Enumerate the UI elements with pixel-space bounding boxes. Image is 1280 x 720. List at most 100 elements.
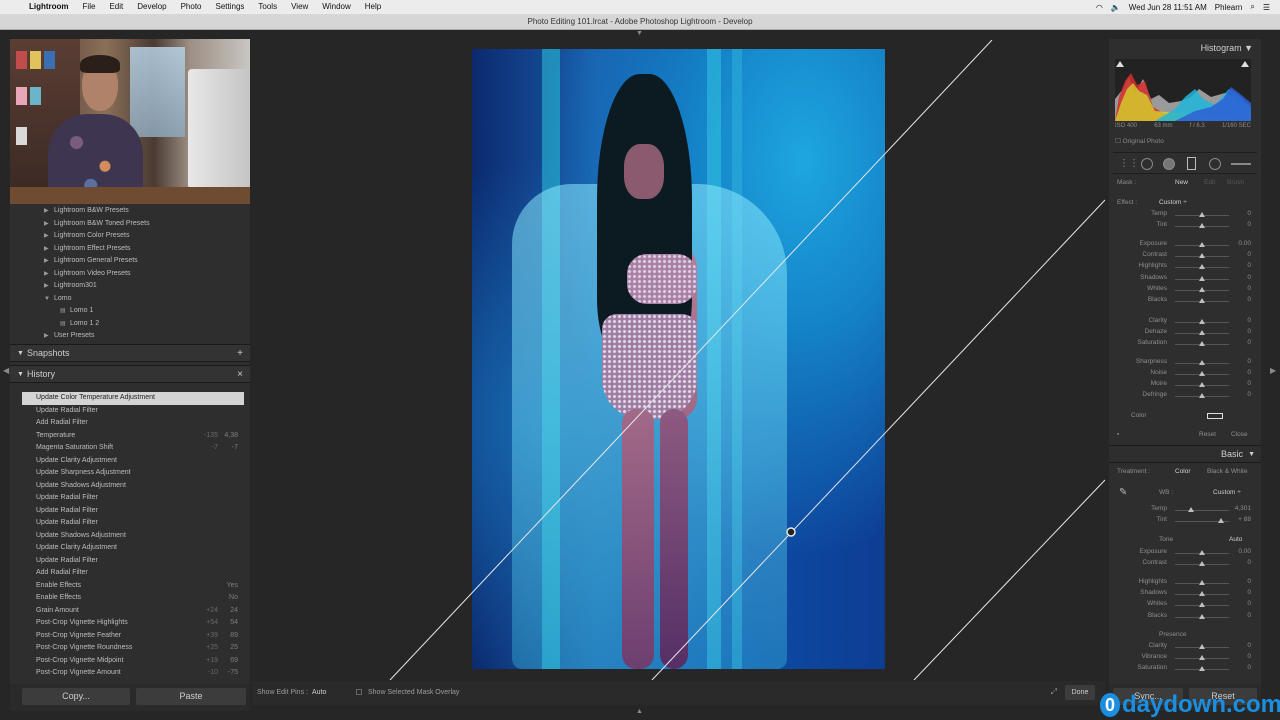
menu-list-icon[interactable]: ☰ [1259, 3, 1274, 12]
copy-button[interactable]: Copy... [22, 688, 130, 705]
filter-guide-center-line[interactable] [651, 199, 1105, 680]
history-item[interactable]: Post-Crop Vignette Amount -10 -75 [22, 667, 244, 680]
menu-window[interactable]: Window [315, 0, 357, 14]
history-item[interactable]: Magenta Saturation Shift -7 -7 [22, 442, 244, 455]
menu-settings[interactable]: Settings [209, 0, 252, 14]
preset-folder[interactable]: ▶ Lightroom General Presets [22, 255, 250, 268]
tone-slider-contrast[interactable]: Contrast 0 [1115, 559, 1255, 570]
slider-thumb[interactable] [1199, 580, 1205, 585]
mask-close-button[interactable]: Close [1231, 431, 1248, 438]
history-item[interactable]: Post-Crop Vignette Midpoint +19 69 [22, 655, 244, 668]
preset-folder[interactable]: ▤ Lomo 1 [22, 305, 250, 318]
slider-value[interactable]: 0 [1247, 210, 1251, 217]
slider-value[interactable]: 0 [1247, 664, 1251, 671]
slider-value[interactable]: 0.00 [1238, 548, 1251, 555]
snapshots-panel-header[interactable]: ▼ Snapshots + [10, 344, 250, 362]
disclosure-triangle-icon[interactable]: ▼ [44, 293, 50, 306]
original-photo-toggle[interactable]: ☐ Original Photo [1115, 137, 1164, 145]
adjustment-brush-icon[interactable] [1231, 163, 1251, 165]
slider-thumb[interactable] [1199, 591, 1205, 596]
wifi-icon[interactable]: ◠ [1092, 3, 1107, 12]
bottom-panel-toggle-icon[interactable]: ▲ [636, 708, 643, 715]
preset-folder[interactable]: ▶ Lightroom B&W Toned Presets [22, 218, 250, 231]
disclosure-triangle-icon[interactable]: ▶ [44, 243, 49, 256]
slider-value[interactable]: 0 [1247, 221, 1251, 228]
slider-thumb[interactable] [1199, 212, 1205, 217]
effect-slider-tint[interactable]: Tint 0 [1115, 221, 1255, 232]
disclosure-triangle-icon[interactable]: ▶ [44, 230, 49, 243]
slider-thumb[interactable] [1199, 253, 1205, 258]
history-item[interactable]: Enable Effects No [22, 592, 244, 605]
spot-removal-icon[interactable] [1141, 158, 1153, 170]
menu-edit[interactable]: Edit [102, 0, 130, 14]
tone-slider-highlights[interactable]: Highlights 0 [1115, 578, 1255, 589]
slider-thumb[interactable] [1199, 561, 1205, 566]
slider-value[interactable]: 0 [1247, 339, 1251, 346]
effect-slider-dehaze[interactable]: Dehaze 0 [1115, 328, 1255, 339]
user-name[interactable]: Phlearn [1211, 3, 1247, 12]
clear-history-button[interactable]: × [237, 366, 243, 383]
slider-thumb[interactable] [1199, 223, 1205, 228]
slider-value[interactable]: 0 [1247, 296, 1251, 303]
disclosure-triangle-icon[interactable]: ▶ [44, 218, 49, 231]
history-item[interactable]: Post-Crop Vignette Highlights +54 54 [22, 617, 244, 630]
basic-panel-header[interactable]: Basic ▼ [1109, 445, 1261, 463]
effect-slider-whites[interactable]: Whites 0 [1115, 285, 1255, 296]
slider-thumb[interactable] [1199, 242, 1205, 247]
menu-tools[interactable]: Tools [251, 0, 284, 14]
history-item[interactable]: Post-Crop Vignette Roundness +25 25 [22, 642, 244, 655]
preset-file-icon[interactable]: ▤ [60, 318, 66, 331]
crop-tool-icon[interactable]: ⋮⋮ [1119, 158, 1139, 169]
slider-value[interactable]: 0 [1247, 285, 1251, 292]
slider-value[interactable]: 4,301 [1235, 505, 1251, 512]
slider-value[interactable]: 0 [1247, 274, 1251, 281]
wb-select[interactable]: Custom ÷ [1213, 489, 1241, 496]
history-item[interactable]: Post-Crop Vignette Feather +39 89 [22, 630, 244, 643]
slider-value[interactable]: 0.00 [1238, 240, 1251, 247]
disclosure-triangle-icon[interactable]: ▶ [44, 205, 49, 218]
slider-thumb[interactable] [1199, 550, 1205, 555]
menu-help[interactable]: Help [358, 0, 388, 14]
menu-view[interactable]: View [284, 0, 315, 14]
filter-guide-line-3[interactable] [913, 479, 1105, 680]
slider-thumb[interactable] [1199, 319, 1205, 324]
history-item[interactable]: Add Radial Filter [22, 567, 244, 580]
image-view[interactable] [252, 40, 1105, 680]
slider-thumb[interactable] [1199, 264, 1205, 269]
slider-value[interactable]: 0 [1247, 358, 1251, 365]
disclosure-triangle-icon[interactable]: ▶ [44, 268, 49, 281]
preset-folder[interactable]: ▼ Lomo [22, 293, 250, 306]
app-menu[interactable]: Lightroom [22, 0, 76, 14]
menu-file[interactable]: File [76, 0, 103, 14]
preset-folder[interactable]: ▶ Lightroom Effect Presets [22, 243, 250, 256]
disclosure-triangle-icon[interactable]: ▶ [44, 280, 49, 293]
slider-value[interactable]: 0 [1247, 262, 1251, 269]
graduated-filter-guides[interactable] [252, 40, 1105, 680]
slider-value[interactable]: 0 [1247, 642, 1251, 649]
slider-value[interactable]: + 88 [1238, 516, 1251, 523]
slider-value[interactable]: 0 [1247, 653, 1251, 660]
tone-slider-whites[interactable]: Whites 0 [1115, 600, 1255, 611]
tone-auto-button[interactable]: Auto [1229, 536, 1242, 543]
top-panel-toggle-icon[interactable]: ▼ [636, 30, 643, 37]
presence-slider-clarity[interactable]: Clarity 0 [1115, 642, 1255, 653]
slider-thumb[interactable] [1199, 298, 1205, 303]
menu-photo[interactable]: Photo [174, 0, 209, 14]
slider-thumb[interactable] [1199, 371, 1205, 376]
add-snapshot-button[interactable]: + [237, 345, 243, 362]
mask-reset-button[interactable]: Reset [1199, 431, 1216, 438]
collapse-triangle-icon[interactable]: ▼ [1248, 446, 1255, 463]
preset-folder[interactable]: ▶ Lightroom301 [22, 280, 250, 293]
slider-thumb[interactable] [1188, 507, 1194, 512]
slider-thumb[interactable] [1199, 330, 1205, 335]
slider-value[interactable]: 0 [1247, 317, 1251, 324]
history-item[interactable]: Update Sharpness Adjustment [22, 467, 244, 480]
radial-filter-icon[interactable] [1209, 158, 1221, 170]
mask-toggle-icon[interactable]: ▪ [1117, 431, 1119, 438]
paste-button[interactable]: Paste [136, 688, 246, 705]
history-item[interactable]: Update Radial Filter [22, 555, 244, 568]
tone-slider-blacks[interactable]: Blacks 0 [1115, 612, 1255, 623]
slider-value[interactable]: 0 [1247, 600, 1251, 607]
slider-thumb[interactable] [1218, 518, 1224, 523]
menu-develop[interactable]: Develop [130, 0, 173, 14]
